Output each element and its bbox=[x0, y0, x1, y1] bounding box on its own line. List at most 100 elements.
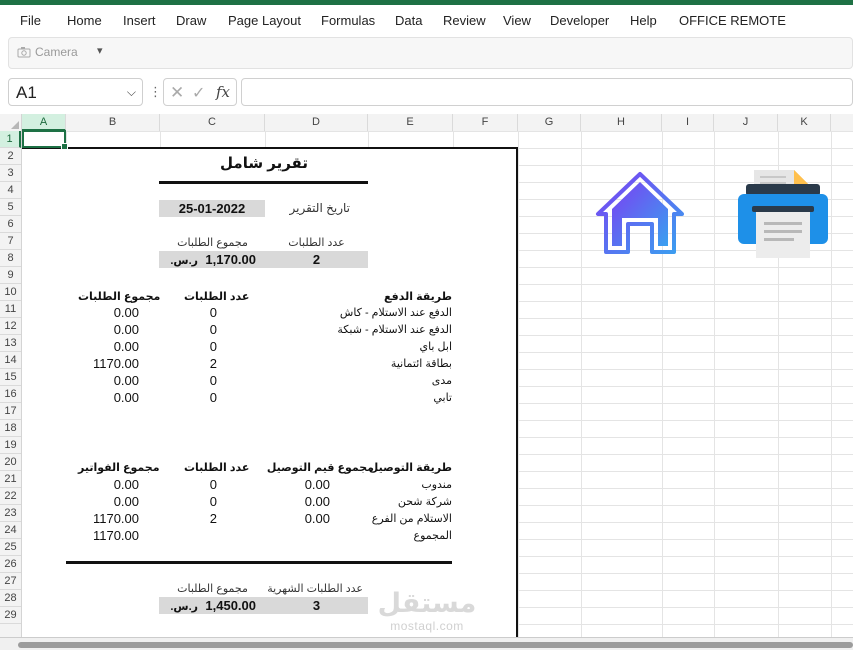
column-header-k[interactable]: K bbox=[778, 114, 831, 131]
menu-file[interactable]: File bbox=[20, 13, 41, 28]
orders-count-value: 2 bbox=[312, 252, 321, 267]
invoices-total-cell: 0.00 bbox=[113, 477, 139, 492]
row-header-23[interactable]: 23 bbox=[0, 505, 21, 522]
column-header-e[interactable]: E bbox=[368, 114, 453, 131]
payment-count-cell: 0 bbox=[209, 390, 217, 405]
row-header-4[interactable]: 4 bbox=[0, 182, 21, 199]
column-header-b[interactable]: B bbox=[66, 114, 160, 131]
row-header-28[interactable]: 28 bbox=[0, 590, 21, 607]
delivery-method-cell: الاستلام من الفرع bbox=[371, 513, 452, 525]
menu-insert[interactable]: Insert bbox=[123, 13, 156, 28]
row-header-9[interactable]: 9 bbox=[0, 267, 21, 284]
home-icon[interactable] bbox=[592, 168, 688, 258]
column-header-c[interactable]: C bbox=[160, 114, 265, 131]
name-box[interactable]: A1 ⌵ bbox=[8, 78, 143, 106]
row-header-3[interactable]: 3 bbox=[0, 165, 21, 182]
menu-draw[interactable]: Draw bbox=[176, 13, 206, 28]
column-header-g[interactable]: G bbox=[518, 114, 581, 131]
insert-function-icon[interactable]: fx bbox=[216, 83, 230, 101]
formula-bar: A1 ⌵ ⋮ ✕ ✓ fx bbox=[0, 78, 853, 108]
menu-home[interactable]: Home bbox=[67, 13, 102, 28]
orders-total-value: 1,170.00 bbox=[205, 252, 256, 267]
watermark-arabic: مستقل bbox=[377, 588, 477, 618]
horizontal-scrollbar[interactable] bbox=[0, 637, 853, 650]
row-header-24[interactable]: 24 bbox=[0, 522, 21, 539]
row-header-5[interactable]: 5 bbox=[0, 199, 21, 216]
payment-count-header: عدد الطلبات bbox=[184, 291, 250, 303]
payment-method-header: طريقة الدفع bbox=[384, 291, 452, 303]
formula-bar-grip-icon[interactable]: ⋮ bbox=[149, 84, 162, 100]
row-header-26[interactable]: 26 bbox=[0, 556, 21, 573]
menu-view[interactable]: View bbox=[503, 13, 531, 28]
row-header-15[interactable]: 15 bbox=[0, 369, 21, 386]
row-header-10[interactable]: 10 bbox=[0, 284, 21, 301]
payment-count-cell: 0 bbox=[209, 339, 217, 354]
camera-button[interactable]: Camera bbox=[17, 45, 78, 59]
payment-method-cell: الدفع عند الاستلام - شبكة bbox=[337, 324, 452, 336]
chevron-down-icon[interactable]: ⌵ bbox=[127, 85, 136, 100]
column-header-j[interactable]: J bbox=[714, 114, 778, 131]
row-header-18[interactable]: 18 bbox=[0, 420, 21, 437]
row-header-17[interactable]: 17 bbox=[0, 403, 21, 420]
menu-page-layout[interactable]: Page Layout bbox=[228, 13, 301, 28]
report-date-value: 25-01-2022 bbox=[178, 201, 246, 216]
delivery-total-cell: 0.00 bbox=[304, 511, 330, 526]
quick-access-ribbon: Camera ▾ bbox=[8, 37, 853, 69]
row-header-1[interactable]: 1 bbox=[0, 131, 21, 148]
delivery-total-cell: 0.00 bbox=[304, 494, 330, 509]
row-header-6[interactable]: 6 bbox=[0, 216, 21, 233]
printer-icon[interactable] bbox=[736, 168, 830, 260]
payment-total-cell: 0.00 bbox=[113, 373, 139, 388]
row-header-16[interactable]: 16 bbox=[0, 386, 21, 403]
report-date-label: تاريخ التقرير bbox=[289, 201, 350, 215]
payment-total-cell: 0.00 bbox=[113, 305, 139, 320]
delivery-total-cell: 0.00 bbox=[304, 477, 330, 492]
menu-developer[interactable]: Developer bbox=[550, 13, 609, 28]
delivery-method-cell: شركة شحن bbox=[397, 496, 452, 508]
menu-formulas[interactable]: Formulas bbox=[321, 13, 375, 28]
column-header-d[interactable]: D bbox=[265, 114, 368, 131]
column-header-h[interactable]: H bbox=[581, 114, 662, 131]
monthly-count-value: 3 bbox=[312, 598, 321, 613]
payment-total-cell: 0.00 bbox=[113, 339, 139, 354]
row-header-20[interactable]: 20 bbox=[0, 454, 21, 471]
menu-help[interactable]: Help bbox=[630, 13, 657, 28]
select-all-corner[interactable] bbox=[0, 114, 22, 131]
delivery-count-cell: 0 bbox=[209, 477, 217, 492]
monthly-total-value: 1,450.00 bbox=[205, 598, 256, 613]
row-header-11[interactable]: 11 bbox=[0, 301, 21, 318]
orders-count-label: عدد الطلبات bbox=[288, 237, 345, 249]
menu-data[interactable]: Data bbox=[395, 13, 422, 28]
customize-quick-access-arrow[interactable]: ▾ bbox=[97, 44, 103, 57]
row-header-2[interactable]: 2 bbox=[0, 148, 21, 165]
column-header-f[interactable]: F bbox=[453, 114, 518, 131]
row-header-14[interactable]: 14 bbox=[0, 352, 21, 369]
row-header-21[interactable]: 21 bbox=[0, 471, 21, 488]
column-header-a[interactable]: A bbox=[22, 114, 66, 131]
row-header-12[interactable]: 12 bbox=[0, 318, 21, 335]
delivery-count-header: عدد الطلبات bbox=[184, 462, 250, 474]
invoices-total-cell: 0.00 bbox=[113, 494, 139, 509]
column-header-i[interactable]: I bbox=[662, 114, 714, 131]
row-header-7[interactable]: 7 bbox=[0, 233, 21, 250]
row-header-29[interactable]: 29 bbox=[0, 607, 21, 624]
row-header-8[interactable]: 8 bbox=[0, 250, 21, 267]
payment-count-cell: 2 bbox=[209, 356, 217, 371]
cancel-icon[interactable]: ✕ bbox=[170, 83, 184, 103]
delivery-method-cell: مندوب bbox=[421, 479, 452, 491]
row-header-13[interactable]: 13 bbox=[0, 335, 21, 352]
grid-line bbox=[518, 131, 519, 637]
formula-input[interactable] bbox=[241, 78, 853, 106]
row-header-27[interactable]: 27 bbox=[0, 573, 21, 590]
orders-total-currency: ر.س. bbox=[170, 255, 198, 267]
menu-office-remote[interactable]: OFFICE REMOTE bbox=[679, 13, 786, 28]
grid-line bbox=[831, 131, 832, 637]
scrollbar-thumb[interactable] bbox=[18, 642, 853, 648]
enter-check-icon[interactable]: ✓ bbox=[192, 83, 205, 103]
row-header-22[interactable]: 22 bbox=[0, 488, 21, 505]
row-header-25[interactable]: 25 bbox=[0, 539, 21, 556]
active-cell-a1[interactable] bbox=[22, 130, 68, 150]
menu-review[interactable]: Review bbox=[443, 13, 486, 28]
row-header-19[interactable]: 19 bbox=[0, 437, 21, 454]
formula-bar-buttons: ✕ ✓ fx bbox=[163, 78, 237, 106]
